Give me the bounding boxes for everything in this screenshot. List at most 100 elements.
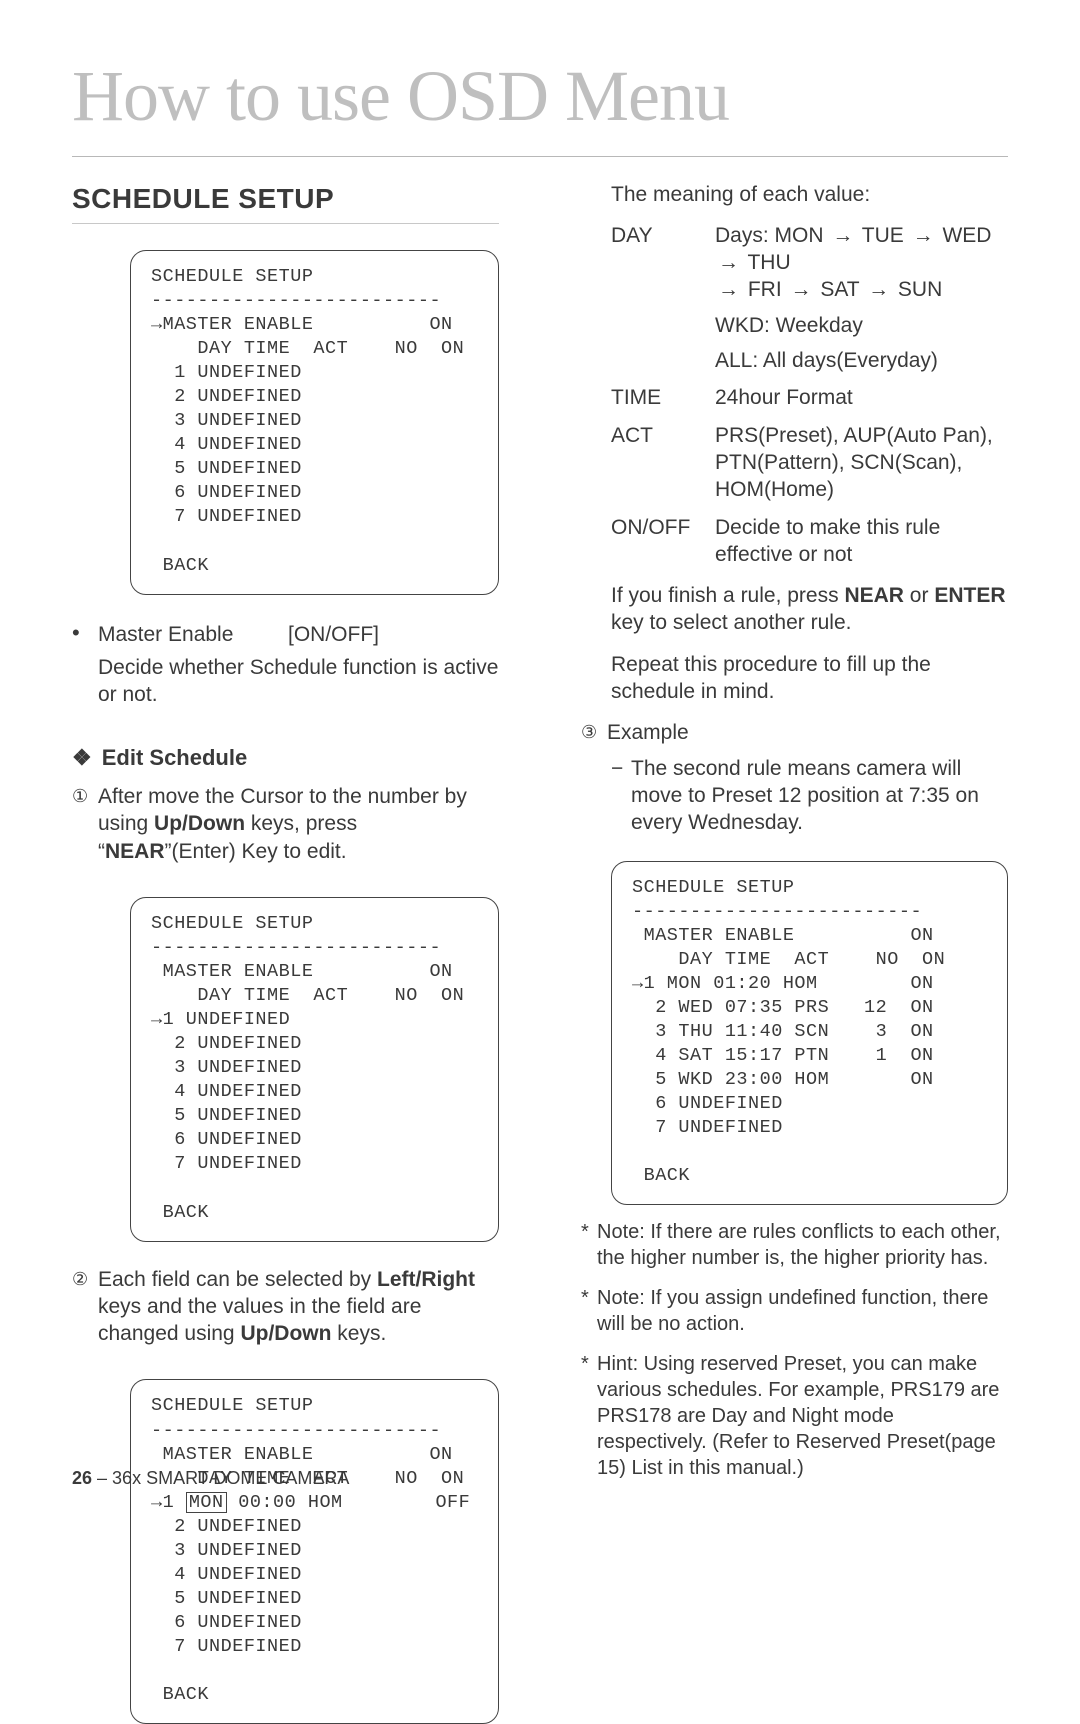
note-3-text: Hint: Using reserved Preset, you can mak… [597, 1351, 1008, 1481]
t: ENTER [934, 584, 1005, 607]
osd-line: BACK [151, 1684, 209, 1705]
osd-schedule-3: SCHEDULE SETUP -------------------------… [130, 1379, 499, 1724]
def-day-desc: Days: MON → TUE → WED → THU → FRI → SAT … [715, 222, 1008, 374]
definitions: DAY Days: MON → TUE → WED → THU → FRI → … [611, 222, 1008, 568]
def-onoff-desc: Decide to make this rule effective or no… [715, 514, 1008, 569]
t: Days: MON [715, 224, 829, 247]
step-1: ① After move the Cursor to the number by… [72, 783, 499, 865]
note-2: * Note: If you assign undefined function… [581, 1285, 1008, 1337]
page-footer: 26 – 36x SMART DOME CAMERA [72, 1467, 349, 1490]
step-3-example: ③ Example [581, 719, 1008, 746]
t: THU [742, 251, 791, 274]
osd-line: 3 UNDEFINED [151, 1057, 302, 1078]
example-dash-item: − The second rule means camera will move… [611, 755, 1008, 837]
osd-line: 4 UNDEFINED [151, 1081, 302, 1102]
master-enable-bullet: • Master Enable [ON/OFF] [72, 621, 499, 648]
asterisk-icon: * [581, 1351, 597, 1481]
osd-line: 2 UNDEFINED [151, 1033, 302, 1054]
t: NEAR [844, 584, 904, 607]
t: key to select another rule. [611, 611, 851, 634]
osd-line: 4 UNDEFINED [151, 1564, 302, 1585]
osd-line: ------------------------- [151, 290, 441, 311]
t: SUN [892, 278, 942, 301]
step-2-text: Each field can be selected by Left/Right… [98, 1266, 499, 1348]
meaning-intro: The meaning of each value: [611, 181, 1008, 208]
osd-line: 2 UNDEFINED [151, 386, 302, 407]
master-enable-desc: Decide whether Schedule function is acti… [98, 654, 499, 709]
osd-line: 3 THU 11:40 SCN 3 ON [632, 1021, 934, 1042]
osd-line: 3 UNDEFINED [151, 1540, 302, 1561]
arrow-icon: → [715, 249, 742, 276]
t: WED [937, 224, 992, 247]
osd-line: 6 UNDEFINED [151, 482, 302, 503]
page-number: 26 [72, 1468, 92, 1488]
repeat-text: Repeat this procedure to fill up the sch… [611, 651, 1008, 706]
osd-line: SCHEDULE SETUP [151, 1395, 313, 1416]
t: NEAR [105, 840, 165, 863]
edit-schedule-heading: ❖ Edit Schedule [72, 744, 499, 773]
example-label: Example [607, 719, 1008, 746]
osd-line: 4 UNDEFINED [151, 434, 302, 455]
section-rule [72, 223, 499, 224]
section-heading: SCHEDULE SETUP [72, 181, 499, 217]
t: or [904, 584, 934, 607]
note-1: * Note: If there are rules conflicts to … [581, 1219, 1008, 1271]
osd-line: 6 UNDEFINED [151, 1129, 302, 1150]
def-time-term: TIME [611, 384, 715, 411]
t: Left/Right [377, 1268, 475, 1291]
osd-line: MASTER ENABLE ON [632, 925, 934, 946]
t: Up/Down [154, 812, 245, 835]
osd-line: 7 UNDEFINED [151, 1153, 302, 1174]
right-column: The meaning of each value: DAY Days: MON… [581, 181, 1008, 1724]
t: ”(Enter) Key to edit. [165, 840, 347, 863]
example-dash-text: The second rule means camera will move t… [631, 755, 1008, 837]
osd-schedule-2: SCHEDULE SETUP -------------------------… [130, 897, 499, 1242]
osd-line: 7 UNDEFINED [632, 1117, 783, 1138]
note-3: * Hint: Using reserved Preset, you can m… [581, 1351, 1008, 1481]
osd-line: 6 UNDEFINED [632, 1093, 783, 1114]
step-1-text: After move the Cursor to the number by u… [98, 783, 499, 865]
osd-line: ------------------------- [151, 937, 441, 958]
arrow-icon: → [829, 222, 856, 249]
t: Up/Down [240, 1322, 331, 1345]
osd-line: MASTER ENABLE ON [151, 961, 453, 982]
def-day-all: ALL: All days(Everyday) [715, 347, 1008, 374]
osd-line: 4 SAT 15:17 PTN 1 ON [632, 1045, 934, 1066]
arrow-icon: → [910, 222, 937, 249]
def-time-desc: 24hour Format [715, 384, 1008, 411]
t: keys. [331, 1322, 386, 1345]
diamond-icon: ❖ [72, 745, 92, 770]
osd-schedule-4: SCHEDULE SETUP -------------------------… [611, 861, 1008, 1206]
t: If you finish a rule, press [611, 584, 844, 607]
t: SAT [815, 278, 866, 301]
osd-line: →1 [151, 1492, 186, 1513]
osd-line: BACK [632, 1165, 690, 1186]
page-title: How to use OSD Menu [72, 50, 1008, 144]
def-day-term: DAY [611, 222, 715, 374]
asterisk-icon: * [581, 1219, 597, 1271]
t: TUE [856, 224, 909, 247]
t: FRI [742, 278, 788, 301]
asterisk-icon: * [581, 1285, 597, 1337]
osd-line: DAY TIME ACT NO ON [632, 949, 945, 970]
osd-line: 7 UNDEFINED [151, 1636, 302, 1657]
dash-icon: − [611, 755, 631, 837]
selected-day-box: MON [186, 1492, 227, 1513]
t: Each field can be selected by [98, 1268, 377, 1291]
note-2-text: Note: If you assign undefined function, … [597, 1285, 1008, 1337]
osd-line: 5 UNDEFINED [151, 458, 302, 479]
osd-line: DAY TIME ACT NO ON [151, 985, 464, 1006]
edit-schedule-text: Edit Schedule [102, 745, 247, 770]
osd-line: →1 MON 01:20 HOM ON [632, 973, 934, 994]
arrow-icon: → [865, 276, 892, 303]
def-act-term: ACT [611, 422, 715, 504]
osd-line: ------------------------- [632, 901, 922, 922]
osd-line: 5 WKD 23:00 HOM ON [632, 1069, 934, 1090]
osd-line: 2 WED 07:35 PRS 12 ON [632, 997, 934, 1018]
left-column: SCHEDULE SETUP SCHEDULE SETUP ----------… [72, 181, 499, 1724]
osd-line: BACK [151, 555, 209, 576]
title-rule [72, 156, 1008, 157]
osd-line: DAY TIME ACT NO ON [151, 338, 464, 359]
circled-2: ② [72, 1266, 98, 1348]
osd-line: →1 UNDEFINED [151, 1009, 290, 1030]
